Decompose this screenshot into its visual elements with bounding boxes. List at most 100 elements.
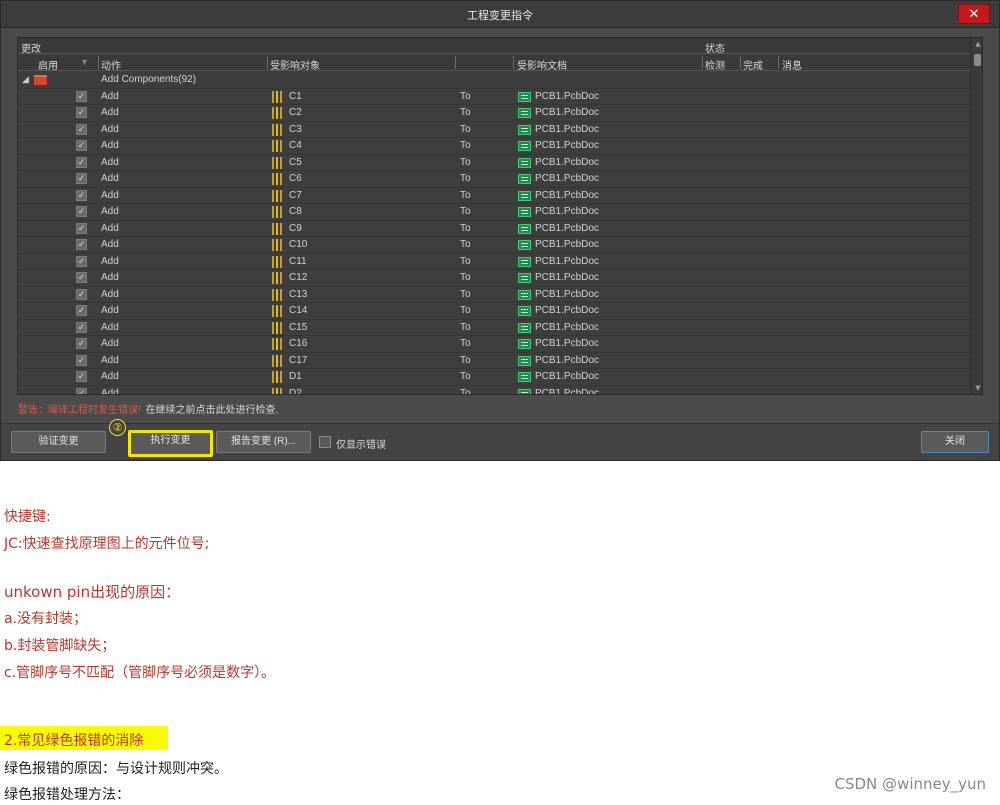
scroll-thumb[interactable]: [974, 54, 981, 66]
enable-checkbox[interactable]: ✓: [76, 156, 87, 168]
scroll-up-icon[interactable]: ▲: [971, 40, 982, 48]
col-affected-object[interactable]: 受影响对象: [270, 57, 320, 72]
enable-checkbox[interactable]: ✓: [76, 189, 87, 201]
row-to: To: [460, 156, 471, 168]
change-row[interactable]: ✓ Add D1 To PCB1.PcbDoc: [18, 369, 970, 386]
scroll-down-icon[interactable]: ▼: [971, 384, 982, 392]
capacitor-icon: [272, 173, 282, 185]
capacitor-icon: [272, 288, 282, 301]
row-to: To: [460, 288, 471, 300]
change-row[interactable]: ✓ Add C7 To PCB1.PcbDoc: [18, 188, 970, 204]
col-affected-doc[interactable]: 受影响文档: [517, 57, 567, 72]
row-object: C13: [289, 288, 308, 300]
row-doc: PCB1.PcbDoc: [535, 305, 599, 316]
change-row[interactable]: ✓ Add D2 To PCB1.PcbDoc: [18, 386, 970, 395]
row-doc: PCB1.PcbDoc: [535, 156, 599, 168]
group-header-row: 更改 状态: [18, 38, 970, 55]
col-check[interactable]: 检测: [705, 57, 725, 72]
capacitor-icon: [272, 338, 282, 350]
row-doc: PCB1.PcbDoc: [535, 107, 599, 118]
row-doc: PCB1.PcbDoc: [535, 140, 599, 151]
capacitor-icon: [272, 272, 282, 284]
capacitor-icon: [272, 354, 282, 367]
row-object: D1: [289, 371, 302, 382]
pcb-doc-icon: [518, 322, 531, 333]
enable-checkbox[interactable]: ✓: [76, 321, 87, 333]
row-doc: PCB1.PcbDoc: [535, 354, 599, 366]
enable-checkbox[interactable]: ✓: [76, 90, 87, 102]
change-row[interactable]: ✓ Add C5 To PCB1.PcbDoc: [18, 155, 970, 171]
col-message[interactable]: 消息: [782, 57, 802, 72]
change-row[interactable]: ✓ Add C14 To PCB1.PcbDoc: [18, 303, 970, 320]
enable-checkbox[interactable]: ✓: [76, 371, 87, 382]
row-object: C17: [289, 354, 308, 366]
pcb-doc-icon: [518, 388, 531, 394]
change-row[interactable]: ✓ Add C15 To PCB1.PcbDoc: [18, 320, 970, 336]
change-row[interactable]: ✓ Add C16 To PCB1.PcbDoc: [18, 336, 970, 353]
row-to: To: [460, 107, 471, 118]
pcb-doc-icon: [518, 174, 531, 184]
vertical-scrollbar[interactable]: ▲ ▼: [970, 38, 982, 394]
col-done[interactable]: 完成: [743, 57, 763, 72]
warning-bar[interactable]: 警告：编译工程时发生错误! 在继续之前点击此处进行检查.: [18, 401, 278, 416]
enable-checkbox[interactable]: ✓: [76, 206, 87, 217]
change-row[interactable]: ✓ Add C3 To PCB1.PcbDoc: [18, 122, 970, 138]
row-action: Add: [101, 371, 119, 382]
enable-checkbox[interactable]: ✓: [76, 222, 87, 234]
row-object: C7: [289, 189, 302, 201]
validate-changes-button[interactable]: 验证变更: [11, 431, 106, 453]
row-action: Add: [101, 272, 119, 283]
only-errors-label[interactable]: 仅显示错误: [336, 436, 386, 451]
change-row[interactable]: ✓ Add C12 To PCB1.PcbDoc: [18, 270, 970, 287]
row-doc: PCB1.PcbDoc: [535, 371, 599, 382]
change-row[interactable]: ✓ Add C10 To PCB1.PcbDoc: [18, 237, 970, 254]
change-row[interactable]: ✓ Add C13 To PCB1.PcbDoc: [18, 287, 970, 303]
row-to: To: [460, 387, 471, 395]
execute-changes-button[interactable]: 执行变更: [128, 430, 213, 457]
enable-checkbox[interactable]: ✓: [76, 354, 87, 366]
row-to: To: [460, 272, 471, 283]
enable-checkbox[interactable]: ✓: [76, 123, 87, 135]
enable-checkbox[interactable]: ✓: [76, 272, 87, 283]
row-object: C11: [289, 255, 307, 267]
row-action: Add: [101, 305, 119, 316]
col-action[interactable]: 动作: [101, 57, 121, 72]
enable-checkbox[interactable]: ✓: [76, 338, 87, 349]
change-row[interactable]: ✓ Add C11 To PCB1.PcbDoc: [18, 254, 970, 270]
capacitor-icon: [272, 123, 282, 136]
col-enable[interactable]: 启用: [38, 57, 58, 72]
report-changes-button[interactable]: 报告变更 (R)...: [216, 431, 311, 453]
row-action: Add: [101, 90, 119, 102]
pcb-doc-icon: [518, 339, 531, 349]
change-row[interactable]: ✓ Add C8 To PCB1.PcbDoc: [18, 204, 970, 221]
change-row[interactable]: ✓ Add C4 To PCB1.PcbDoc: [18, 138, 970, 155]
dialog-title: 工程变更指令: [467, 9, 533, 22]
sort-icon[interactable]: ▾: [82, 57, 87, 68]
change-row[interactable]: ✓ Add C2 To PCB1.PcbDoc: [18, 105, 970, 122]
row-doc: PCB1.PcbDoc: [535, 222, 599, 234]
change-row[interactable]: ✓ Add C17 To PCB1.PcbDoc: [18, 353, 970, 369]
warning-text: 警告：编译工程时发生错误!: [18, 405, 141, 416]
group-row[interactable]: ◢ Add Components(92): [18, 72, 970, 89]
only-errors-checkbox[interactable]: [319, 436, 331, 448]
close-button[interactable]: 关闭: [921, 431, 989, 453]
close-icon[interactable]: ✕: [958, 4, 990, 24]
enable-checkbox[interactable]: ✓: [76, 239, 87, 250]
enable-checkbox[interactable]: ✓: [76, 173, 87, 184]
change-row[interactable]: ✓ Add C1 To PCB1.PcbDoc: [18, 89, 970, 105]
enable-checkbox[interactable]: ✓: [76, 255, 87, 267]
pcb-doc-icon: [518, 240, 531, 250]
enable-checkbox[interactable]: ✓: [76, 305, 87, 316]
enable-checkbox[interactable]: ✓: [76, 387, 87, 394]
change-row[interactable]: ✓ Add C9 To PCB1.PcbDoc: [18, 221, 970, 237]
capacitor-icon: [272, 321, 282, 334]
enable-checkbox[interactable]: ✓: [76, 107, 87, 118]
row-doc: PCB1.PcbDoc: [535, 173, 599, 184]
warning-hint[interactable]: 在继续之前点击此处进行检查.: [146, 405, 279, 416]
enable-checkbox[interactable]: ✓: [76, 288, 87, 300]
collapse-icon[interactable]: ◢: [22, 74, 29, 85]
enable-checkbox[interactable]: ✓: [76, 140, 87, 151]
row-doc: PCB1.PcbDoc: [535, 338, 599, 349]
status-group-header: 状态: [705, 44, 725, 55]
change-row[interactable]: ✓ Add C6 To PCB1.PcbDoc: [18, 171, 970, 188]
